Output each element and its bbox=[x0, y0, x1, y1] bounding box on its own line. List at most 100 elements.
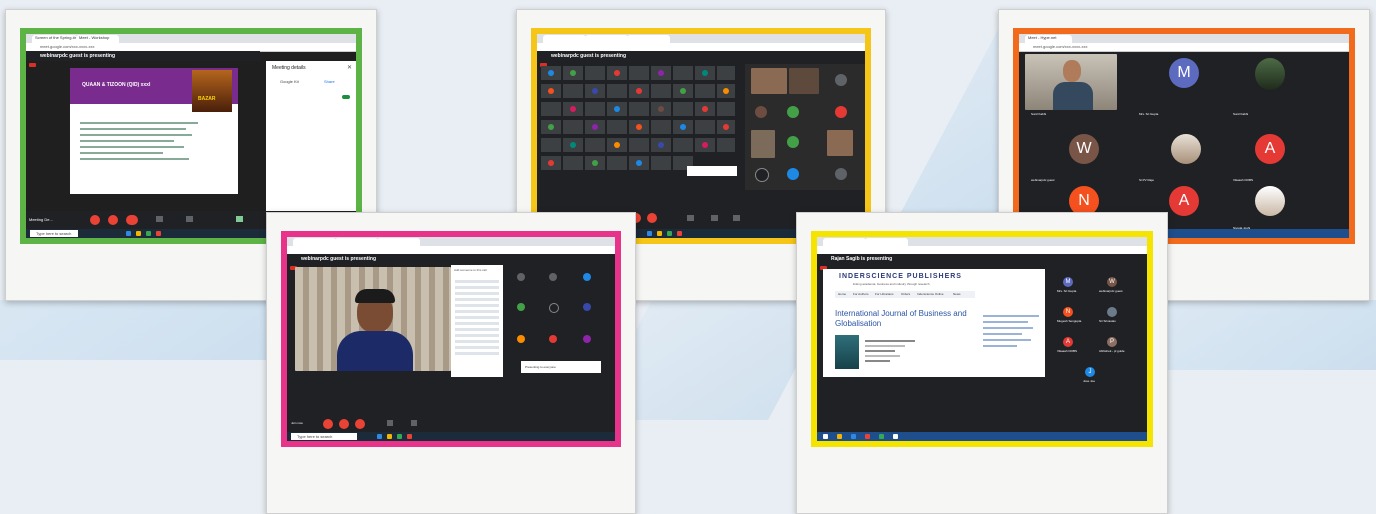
participant-name: Abhishek - pl guide bbox=[1099, 349, 1125, 353]
browser-tab[interactable] bbox=[377, 238, 420, 246]
participant-name: webinarpdc guest bbox=[1031, 178, 1055, 182]
browser-tab-bar bbox=[537, 34, 865, 43]
photo-frame-4: webinarpdc guest is presenting Add someo… bbox=[266, 212, 636, 514]
taskbar-icon[interactable] bbox=[823, 434, 828, 439]
browser-tab[interactable] bbox=[335, 238, 378, 246]
close-icon[interactable]: ✕ bbox=[347, 64, 352, 71]
browser-tab[interactable] bbox=[585, 35, 628, 43]
presenting-text: webinarpdc guest is presenting bbox=[301, 256, 377, 262]
more-icon[interactable] bbox=[733, 215, 740, 221]
taskbar-icon[interactable] bbox=[667, 231, 672, 236]
people-panel-label: Add someone to this call bbox=[454, 268, 487, 272]
mic-off-button[interactable] bbox=[323, 419, 333, 429]
participant-name: Sri Srivastav bbox=[1099, 319, 1116, 323]
nav-item[interactable]: For Librarians bbox=[875, 292, 894, 296]
windows-taskbar: Type here to search bbox=[287, 432, 615, 441]
camera-off-button[interactable] bbox=[108, 215, 118, 225]
participant-avatar bbox=[583, 303, 591, 311]
taskbar-icon[interactable] bbox=[837, 434, 842, 439]
leave-call-button[interactable] bbox=[126, 215, 138, 225]
leave-call-button[interactable] bbox=[647, 213, 657, 223]
captions-icon[interactable] bbox=[156, 216, 163, 222]
taskbar-icon[interactable] bbox=[865, 434, 870, 439]
browser-tab[interactable] bbox=[865, 238, 908, 246]
presentation-icon[interactable] bbox=[236, 216, 243, 222]
video-tile bbox=[1171, 134, 1201, 164]
taskbar-icon[interactable] bbox=[407, 434, 412, 439]
browser-tab-bar bbox=[287, 237, 615, 246]
nav-item[interactable]: For Authors bbox=[853, 292, 869, 296]
taskbar-icon[interactable] bbox=[893, 434, 898, 439]
person-hair bbox=[355, 289, 395, 303]
present-icon[interactable] bbox=[411, 420, 417, 426]
present-icon[interactable] bbox=[186, 216, 193, 222]
participant-avatar bbox=[583, 335, 591, 343]
slide-image: BAZAR bbox=[192, 70, 232, 112]
presenting-text: webinarpdc guest is presenting bbox=[40, 53, 116, 59]
panel-title: Meeting details bbox=[272, 65, 306, 71]
recording-indicator bbox=[29, 63, 36, 67]
browser-tab[interactable] bbox=[627, 35, 670, 43]
participant-avatar bbox=[835, 106, 847, 118]
nav-item[interactable]: Inderscience Online bbox=[917, 292, 944, 296]
meeting-controls: Meeting De... bbox=[26, 211, 266, 229]
slide-image-label: BAZAR bbox=[198, 96, 216, 102]
leave-call-button[interactable] bbox=[355, 419, 365, 429]
address-bar[interactable]: meet.google.com/xxx-xxxx-xxx bbox=[1019, 43, 1349, 52]
camera-off-button[interactable] bbox=[339, 419, 349, 429]
meeting-controls: Join now bbox=[287, 416, 615, 432]
participant-avatar bbox=[517, 303, 525, 311]
panel-item[interactable]: Share bbox=[324, 79, 335, 84]
participant-avatar bbox=[755, 168, 769, 182]
taskbar-icon[interactable] bbox=[136, 231, 141, 236]
participant-avatar: N bbox=[1063, 307, 1073, 317]
journal-cover bbox=[835, 335, 859, 369]
captions-icon[interactable] bbox=[687, 215, 694, 221]
site-nav: Home For Authors For Librarians Orders I… bbox=[835, 291, 975, 298]
taskbar-icon[interactable] bbox=[879, 434, 884, 439]
mic-off-button[interactable] bbox=[90, 215, 100, 225]
nav-item[interactable]: Home bbox=[838, 292, 846, 296]
taskbar-icon[interactable] bbox=[377, 434, 382, 439]
taskbar-icon[interactable] bbox=[657, 231, 662, 236]
participant-avatar bbox=[787, 168, 799, 180]
windows-taskbar bbox=[817, 432, 1147, 441]
taskbar-icon[interactable] bbox=[397, 434, 402, 439]
participant-name: Sunil Kabbi bbox=[1233, 112, 1249, 116]
participant-name: Mrs. Sri Gupta bbox=[1139, 112, 1159, 116]
browser-tab[interactable]: Meet - Hype.net bbox=[1025, 35, 1072, 43]
meeting-screenshot-4: webinarpdc guest is presenting Add someo… bbox=[287, 237, 615, 441]
taskbar-icon[interactable] bbox=[126, 231, 131, 236]
captions-icon[interactable] bbox=[387, 420, 393, 426]
shared-slide: QUAAN & TIZOON (QID) xxxl BAZAR bbox=[70, 68, 238, 194]
browser-tab[interactable] bbox=[823, 238, 866, 246]
present-icon[interactable] bbox=[711, 215, 718, 221]
browser-tab[interactable] bbox=[293, 238, 336, 246]
right-column bbox=[983, 311, 1039, 351]
presenting-banner: webinarpdc guest is presenting bbox=[287, 254, 615, 264]
panel-item[interactable]: Google Kit bbox=[280, 79, 299, 84]
taskbar-icon[interactable] bbox=[146, 231, 151, 236]
nav-item[interactable]: Orders bbox=[901, 292, 910, 296]
notice-text: Presenting to everyone bbox=[525, 365, 556, 369]
slide-header: QUAAN & TIZOON (QID) xxxl BAZAR bbox=[70, 68, 238, 112]
taskbar-icon[interactable] bbox=[677, 231, 682, 236]
taskbar-search[interactable]: Type here to search bbox=[30, 230, 78, 237]
presenting-text: webinarpdc guest is presenting bbox=[551, 53, 627, 59]
taskbar-icon[interactable] bbox=[156, 231, 161, 236]
participant-avatar bbox=[835, 74, 847, 86]
taskbar-search[interactable]: Type here to search bbox=[291, 433, 357, 440]
taskbar-icon[interactable] bbox=[387, 434, 392, 439]
presenting-banner: webinarpdc guest is presenting bbox=[537, 51, 865, 61]
video-tile bbox=[827, 130, 853, 156]
toggle-switch[interactable] bbox=[342, 95, 350, 99]
meeting-screenshot-1: Screen of the Spring-time [h... Meet - W… bbox=[26, 34, 356, 238]
taskbar-icon[interactable] bbox=[647, 231, 652, 236]
taskbar-icon[interactable] bbox=[851, 434, 856, 439]
video-tile bbox=[751, 68, 787, 94]
people-list bbox=[455, 277, 499, 358]
browser-tab[interactable]: Meet - Workshop bbox=[76, 35, 119, 43]
nav-item[interactable]: News bbox=[953, 292, 961, 296]
browser-tab[interactable]: Screen of the Spring-time [h... bbox=[32, 35, 77, 43]
browser-tab[interactable] bbox=[543, 35, 586, 43]
